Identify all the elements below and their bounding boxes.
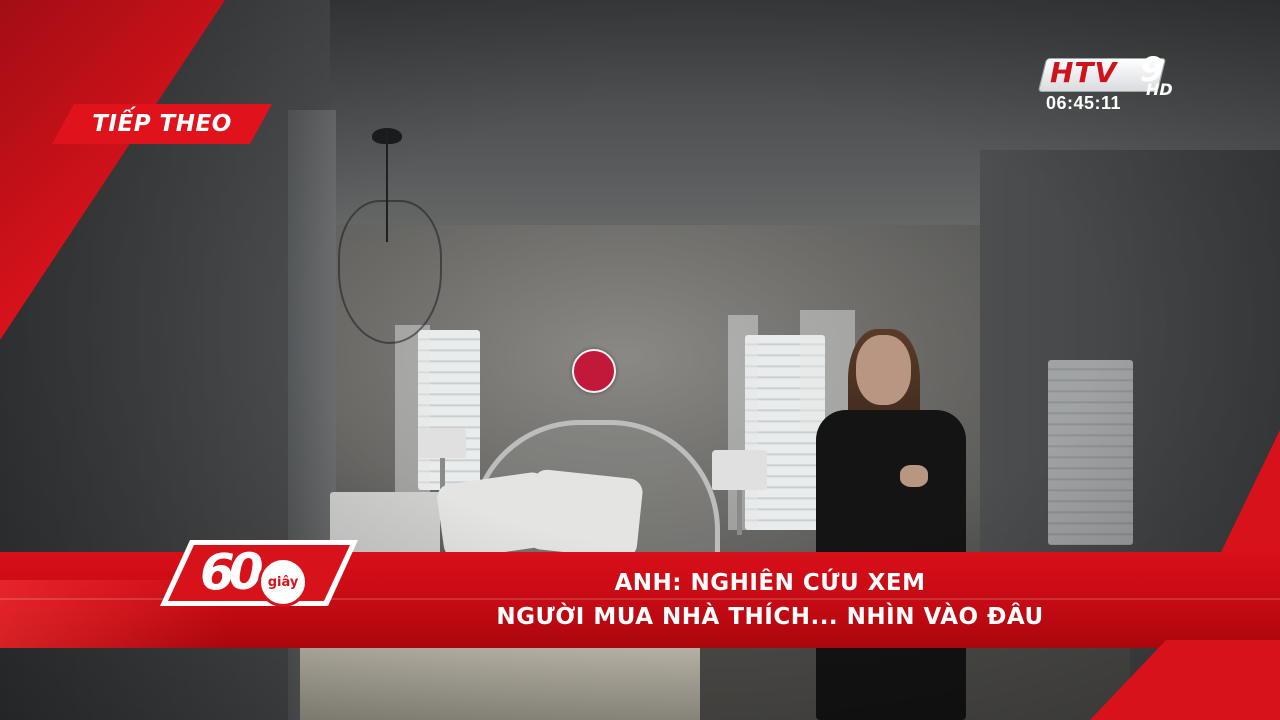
video-frame: TIẾP THEO HTV 9 HD 06:45:11 60 giây ANH:…: [0, 0, 1280, 720]
next-tag: TIẾP THEO: [52, 104, 272, 144]
next-label: TIẾP THEO: [92, 111, 232, 137]
broadcast-clock: 06:45:11: [1046, 93, 1122, 113]
channel-quality: HD: [1146, 80, 1173, 99]
program-logo-word: giây: [267, 574, 299, 590]
channel-name: HTV: [1050, 56, 1118, 89]
gaze-marker-icon: [572, 349, 616, 393]
headline-line-1: ANH: NGHIÊN CỨU XEM: [614, 570, 926, 596]
headline: ANH: NGHIÊN CỨU XEM NGƯỜI MUA NHÀ THÍCH.…: [300, 566, 1240, 634]
headline-line-2: NGƯỜI MUA NHÀ THÍCH... NHÌN VÀO ĐÂU: [496, 604, 1044, 630]
program-logo-digits: 60: [200, 543, 264, 601]
